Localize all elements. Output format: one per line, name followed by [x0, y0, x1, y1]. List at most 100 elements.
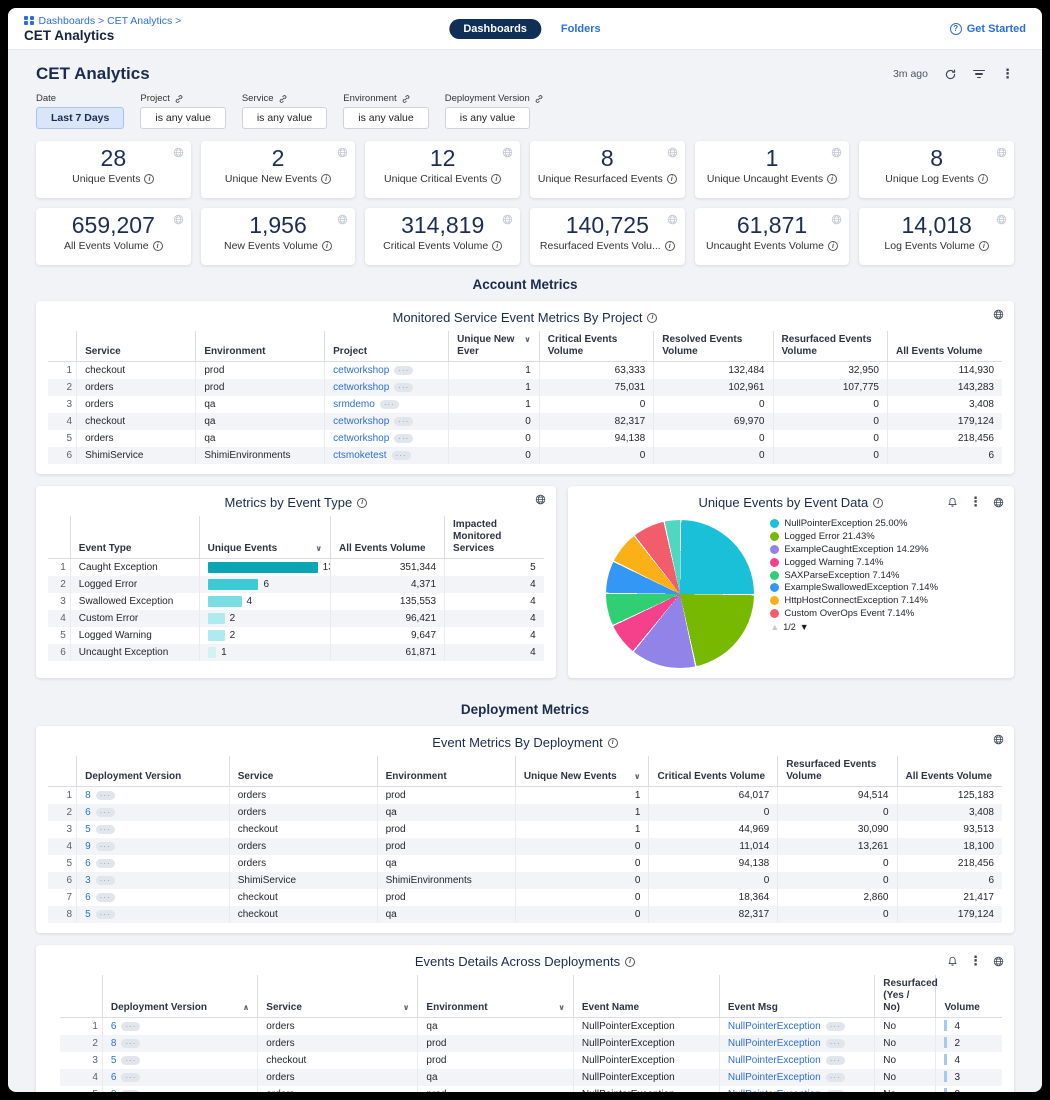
- legend-item[interactable]: NullPointerException 25.00%: [770, 518, 975, 530]
- pie-chart[interactable]: [606, 520, 754, 668]
- cell-link[interactable]: 8: [111, 1038, 117, 1049]
- overflow-dots[interactable]: ···: [826, 1056, 845, 1065]
- cell-link[interactable]: NullPointerException: [728, 1055, 821, 1066]
- column-header[interactable]: ∨Unique New Ever: [449, 331, 540, 362]
- globe-icon[interactable]: [502, 147, 513, 158]
- globe-icon[interactable]: [502, 214, 513, 225]
- globe-icon[interactable]: [993, 956, 1004, 967]
- globe-icon[interactable]: [993, 734, 1004, 745]
- cell-link[interactable]: srmdemo: [333, 399, 375, 410]
- refresh-icon[interactable]: [944, 68, 957, 81]
- legend-item[interactable]: HttpHostConnectException 7.14%: [770, 595, 975, 607]
- overflow-dots[interactable]: ···: [121, 1022, 140, 1031]
- globe-icon[interactable]: [996, 214, 1007, 225]
- tab-dashboards[interactable]: Dashboards: [449, 19, 541, 39]
- info-icon[interactable]: i: [665, 241, 675, 251]
- info-icon[interactable]: i: [978, 174, 988, 184]
- get-started-link[interactable]: ? Get Started: [950, 23, 1026, 35]
- overflow-dots[interactable]: ···: [380, 400, 399, 409]
- legend-page-up-icon[interactable]: ▲: [770, 622, 779, 633]
- cell-link[interactable]: cetworkshop: [333, 365, 389, 376]
- overflow-dots[interactable]: ···: [96, 791, 115, 800]
- tab-folders[interactable]: Folders: [561, 23, 601, 35]
- panel-kebab-icon[interactable]: ⋮: [969, 953, 982, 969]
- globe-icon[interactable]: [993, 309, 1004, 320]
- overflow-dots[interactable]: ···: [96, 859, 115, 868]
- info-icon[interactable]: i: [979, 241, 989, 251]
- cell-link[interactable]: 6: [111, 1021, 117, 1032]
- info-icon[interactable]: i: [625, 957, 635, 967]
- globe-icon[interactable]: [337, 214, 348, 225]
- sort-down-icon[interactable]: ∨: [316, 544, 323, 554]
- cell-link[interactable]: NullPointerException: [728, 1072, 821, 1083]
- globe-icon[interactable]: [337, 147, 348, 158]
- cell-link[interactable]: cetworkshop: [333, 382, 389, 393]
- overflow-dots[interactable]: ···: [121, 1073, 140, 1082]
- info-icon[interactable]: i: [667, 174, 677, 184]
- overflow-dots[interactable]: ···: [121, 1039, 140, 1048]
- globe-icon[interactable]: [996, 147, 1007, 158]
- more-menu-icon[interactable]: ⋮: [1001, 66, 1014, 82]
- overflow-dots[interactable]: ···: [96, 842, 115, 851]
- legend-item[interactable]: Logged Warning 7.14%: [770, 557, 975, 569]
- overflow-dots[interactable]: ···: [96, 893, 115, 902]
- cell-link[interactable]: 3: [85, 875, 91, 886]
- legend-item[interactable]: SAXParseException 7.14%: [770, 570, 975, 582]
- info-icon[interactable]: i: [873, 498, 883, 508]
- globe-icon[interactable]: [993, 497, 1004, 508]
- globe-icon[interactable]: [667, 214, 678, 225]
- overflow-dots[interactable]: ···: [121, 1090, 140, 1092]
- cell-link[interactable]: 8: [111, 1089, 117, 1092]
- cell-link[interactable]: 8: [85, 790, 91, 801]
- column-header[interactable]: ∨Environment: [418, 975, 573, 1018]
- overflow-dots[interactable]: ···: [121, 1056, 140, 1065]
- legend-item[interactable]: ExampleCaughtException 14.29%: [770, 544, 975, 556]
- info-icon[interactable]: i: [144, 174, 154, 184]
- info-icon[interactable]: i: [827, 174, 837, 184]
- panel-kebab-icon[interactable]: ⋮: [969, 494, 982, 510]
- cell-link[interactable]: NullPointerException: [728, 1021, 821, 1032]
- info-icon[interactable]: i: [492, 241, 502, 251]
- filter-value[interactable]: is any value: [140, 107, 225, 129]
- overflow-dots[interactable]: ···: [394, 417, 413, 426]
- column-header[interactable]: ∨Unique Events: [199, 516, 330, 559]
- overflow-dots[interactable]: ···: [96, 910, 115, 919]
- cell-link[interactable]: NullPointerException: [728, 1089, 821, 1092]
- cell-link[interactable]: 6: [85, 807, 91, 818]
- column-header[interactable]: ∨Service: [258, 975, 418, 1018]
- breadcrumb-text[interactable]: Dashboards > CET Analytics >: [39, 15, 182, 27]
- info-icon[interactable]: i: [153, 241, 163, 251]
- filter-icon[interactable]: [973, 70, 985, 79]
- overflow-dots[interactable]: ···: [826, 1090, 845, 1092]
- overflow-dots[interactable]: ···: [96, 808, 115, 817]
- cell-link[interactable]: cetworkshop: [333, 433, 389, 444]
- info-icon[interactable]: i: [357, 498, 367, 508]
- column-header[interactable]: ∨Unique New Events: [515, 756, 649, 787]
- info-icon[interactable]: i: [321, 174, 331, 184]
- overflow-dots[interactable]: ···: [392, 451, 411, 460]
- legend-item[interactable]: Logged Error 21.43%: [770, 531, 975, 543]
- cell-link[interactable]: ctsmoketest: [333, 450, 386, 461]
- overflow-dots[interactable]: ···: [394, 383, 413, 392]
- filter-value[interactable]: Last 7 Days: [36, 107, 124, 129]
- overflow-dots[interactable]: ···: [394, 366, 413, 375]
- overflow-dots[interactable]: ···: [826, 1022, 845, 1031]
- globe-icon[interactable]: [535, 494, 546, 505]
- cell-link[interactable]: 5: [111, 1055, 117, 1066]
- cell-link[interactable]: 5: [85, 909, 91, 920]
- cell-link[interactable]: 9: [85, 841, 91, 852]
- cell-link[interactable]: NullPointerException: [728, 1038, 821, 1049]
- globe-icon[interactable]: [667, 147, 678, 158]
- sort-down-icon[interactable]: ∨: [524, 335, 531, 345]
- legend-item[interactable]: Custom OverOps Event 7.14%: [770, 608, 975, 620]
- bell-icon[interactable]: [947, 497, 958, 508]
- overflow-dots[interactable]: ···: [826, 1039, 845, 1048]
- info-icon[interactable]: i: [491, 174, 501, 184]
- cell-link[interactable]: 6: [85, 892, 91, 903]
- breadcrumb[interactable]: Dashboards > CET Analytics >: [24, 15, 181, 27]
- overflow-dots[interactable]: ···: [96, 876, 115, 885]
- info-icon[interactable]: i: [647, 313, 657, 323]
- sort-down-icon[interactable]: ∨: [634, 772, 641, 782]
- filter-value[interactable]: is any value: [242, 107, 327, 129]
- globe-icon[interactable]: [831, 147, 842, 158]
